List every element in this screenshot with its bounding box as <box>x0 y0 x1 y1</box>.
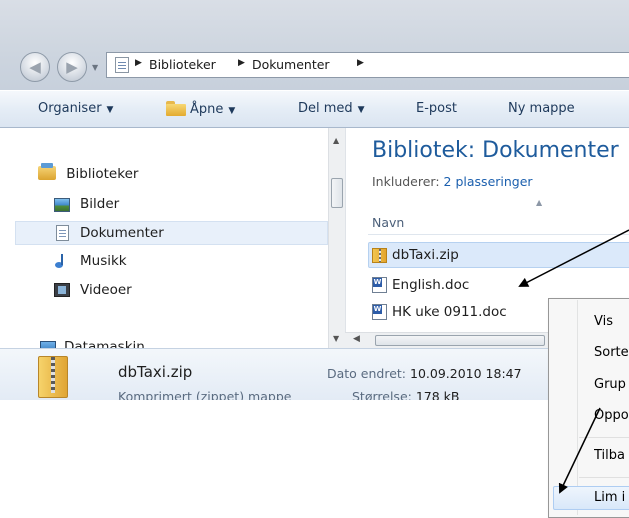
share-button[interactable]: Del med ▼ <box>298 101 365 116</box>
breadcrumb-separator-icon[interactable]: ▶ <box>238 58 245 68</box>
library-document-icon <box>115 57 129 73</box>
open-label: Åpne <box>190 102 224 117</box>
library-includes: Inkluderer: 2 plasseringer <box>372 174 533 189</box>
scroll-up-icon[interactable]: ▲ <box>333 136 339 145</box>
nav-item-music[interactable]: Musikk <box>54 250 127 272</box>
nav-item-libraries[interactable]: Biblioteker <box>38 163 138 185</box>
organise-label: Organiser <box>38 101 102 116</box>
address-bar[interactable]: ▶ Biblioteker ▶ Dokumenter ▶ <box>106 52 629 78</box>
menu-gutter <box>577 300 578 515</box>
details-size: Størrelse: 178 kB <box>352 389 460 400</box>
nav-scroll-thumb[interactable] <box>331 178 343 208</box>
size-label: Størrelse: <box>352 389 412 400</box>
details-modified: Dato endret: 10.09.2010 18:47 <box>327 366 522 381</box>
modified-label: Dato endret: <box>327 366 407 381</box>
videos-icon <box>54 283 70 297</box>
menu-item-sort[interactable]: Sorte <box>594 342 629 364</box>
zip-folder-icon <box>372 248 387 263</box>
back-button[interactable]: ◀ <box>20 52 50 82</box>
breadcrumb-libraries[interactable]: Biblioteker <box>149 57 216 72</box>
documents-icon <box>56 225 69 241</box>
scroll-down-icon[interactable]: ▼ <box>333 334 339 343</box>
word-document-icon <box>372 277 387 293</box>
file-name: dbTaxi.zip <box>392 247 459 263</box>
organise-button[interactable]: Organiser ▼ <box>38 101 113 116</box>
menu-item-undo[interactable]: Tilba <box>594 445 629 467</box>
details-pane <box>0 348 629 400</box>
breadcrumb-documents[interactable]: Dokumenter <box>252 57 330 72</box>
word-document-icon <box>372 304 387 320</box>
music-icon <box>54 253 70 269</box>
nav-pictures-label: Bilder <box>80 196 120 212</box>
nav-item-videos[interactable]: Videoer <box>54 279 132 301</box>
back-arrow-icon: ◀ <box>29 58 41 76</box>
file-row-english[interactable]: English.doc <box>372 274 469 296</box>
nav-vertical-scrollbar[interactable]: ▲ ▼ <box>328 128 345 348</box>
share-label: Del med <box>298 101 353 116</box>
chevron-down-icon: ▼ <box>357 105 365 115</box>
menu-item-paste[interactable]: Lim i <box>594 487 629 509</box>
column-header-divider <box>368 234 629 235</box>
nav-videos-label: Videoer <box>80 282 132 298</box>
chevron-down-icon: ▼ <box>228 106 236 116</box>
details-filetype: Komprimert (zippet) mappe <box>118 389 292 400</box>
context-menu: Vis Sorte Grup Oppo Tilba Lim i <box>548 298 629 518</box>
details-filename: dbTaxi.zip <box>118 363 193 381</box>
nav-item-pictures[interactable]: Bilder <box>54 193 119 215</box>
explorer-window: ◀ ▶ ▼ ▶ Biblioteker ▶ Dokumenter ▶ Organ… <box>0 0 629 400</box>
forward-arrow-icon: ▶ <box>66 58 78 76</box>
column-header-name[interactable]: Navn <box>372 215 404 230</box>
open-folder-icon <box>166 101 186 116</box>
recent-pages-dropdown-icon[interactable]: ▼ <box>92 63 98 72</box>
zip-folder-large-icon <box>38 356 68 398</box>
file-name: English.doc <box>392 277 470 293</box>
file-name: HK uke 0911.doc <box>392 304 507 320</box>
nav-libraries-label: Biblioteker <box>66 166 139 182</box>
open-button[interactable]: Åpne ▼ <box>166 101 235 117</box>
menu-item-view[interactable]: Vis <box>594 311 629 333</box>
scroll-left-icon[interactable]: ◀ <box>353 334 360 344</box>
file-row-dbtaxi[interactable]: dbTaxi.zip <box>372 244 459 266</box>
menu-item-arrange[interactable]: Oppo <box>594 405 629 427</box>
command-bar: Organiser ▼ Åpne ▼ Del med ▼ E-post Ny mapp… <box>0 90 629 128</box>
libraries-icon <box>38 163 56 180</box>
includes-label: Inkluderer: <box>372 174 440 189</box>
modified-value: 10.09.2010 18:47 <box>410 366 522 381</box>
nav-item-documents[interactable]: Dokumenter <box>54 222 164 244</box>
menu-separator <box>579 477 629 478</box>
chevron-down-icon: ▼ <box>106 105 114 115</box>
locations-link[interactable]: 2 plasseringer <box>444 174 533 189</box>
pictures-icon <box>54 198 70 212</box>
breadcrumb-separator-icon[interactable]: ▶ <box>357 58 364 68</box>
forward-button[interactable]: ▶ <box>57 52 87 82</box>
breadcrumb-separator-icon[interactable]: ▶ <box>135 58 142 68</box>
content-scroll-thumb[interactable] <box>375 335 545 346</box>
nav-music-label: Musikk <box>80 253 127 269</box>
nav-documents-label: Dokumenter <box>80 225 164 241</box>
library-title: Bibliotek: Dokumenter <box>372 138 619 163</box>
new-folder-button[interactable]: Ny mappe <box>508 101 575 116</box>
email-button[interactable]: E-post <box>416 101 457 116</box>
sort-ascending-icon: ▲ <box>536 198 543 207</box>
menu-item-group[interactable]: Grup <box>594 374 629 396</box>
size-value: 178 kB <box>415 389 460 400</box>
file-row-hk-uke[interactable]: HK uke 0911.doc <box>372 301 507 323</box>
menu-separator <box>579 437 629 438</box>
